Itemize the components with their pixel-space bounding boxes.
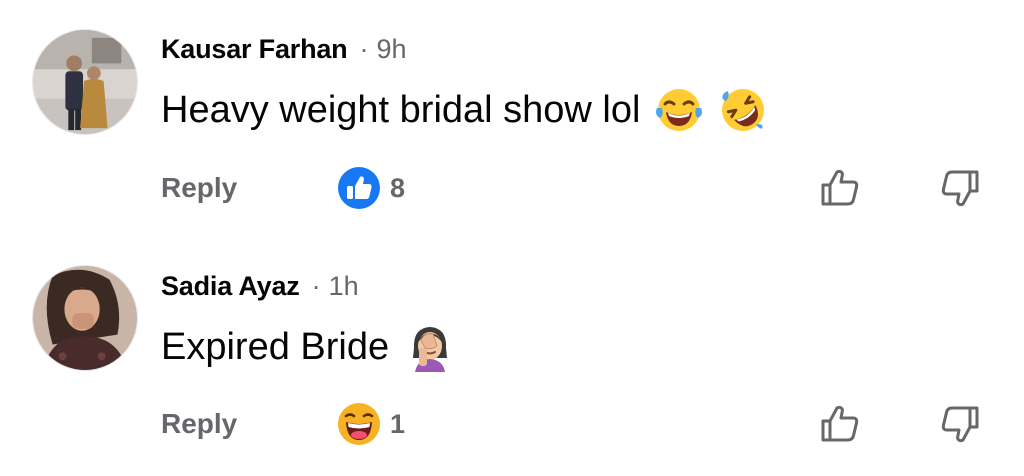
reaction-summary[interactable]: 1 (337, 402, 405, 446)
reply-button[interactable]: Reply (161, 172, 237, 204)
comment-actions: Reply 1 (161, 402, 1001, 446)
avatar-photo (33, 266, 137, 370)
downvote-button[interactable] (938, 166, 982, 210)
separator-dot: · (359, 33, 369, 64)
upvote-button[interactable] (818, 402, 862, 446)
comment-item: Kausar Farhan · 9h Heavy weight bridal s… (0, 0, 1024, 238)
comment-body: Expired Bride (161, 322, 455, 372)
face-with-tears-of-joy-icon (654, 85, 704, 135)
thumbs-up-outline-icon (821, 169, 859, 206)
comment-header: Kausar Farhan · 9h (161, 29, 407, 69)
avatar[interactable] (32, 29, 138, 135)
reply-button[interactable]: Reply (161, 408, 237, 440)
thumbs-up-outline-icon (821, 405, 859, 442)
reaction-count: 1 (390, 408, 406, 439)
separator-dot: · (311, 270, 321, 301)
author-name[interactable]: Sadia Ayaz (161, 271, 300, 302)
comment-item: Sadia Ayaz · 1h Expired Bride Reply 1 (0, 238, 1024, 476)
reaction-count: 8 (390, 172, 406, 203)
comment-text: Expired Bride (161, 325, 390, 368)
woman-facepalming-icon (405, 322, 455, 372)
comment-actions: Reply 8 (161, 166, 1001, 210)
author-name[interactable]: Kausar Farhan (161, 34, 348, 65)
haha-reaction-icon (338, 403, 380, 445)
upvote-button[interactable] (818, 166, 862, 210)
timestamp[interactable]: 1h (329, 271, 359, 302)
timestamp[interactable]: 9h (376, 34, 406, 65)
downvote-button[interactable] (938, 402, 982, 446)
like-reaction-icon (338, 167, 380, 209)
reaction-summary[interactable]: 8 (337, 166, 405, 210)
avatar[interactable] (32, 265, 138, 371)
comment-text: Heavy weight bridal show lol (161, 88, 641, 131)
thumbs-down-outline-icon (941, 406, 979, 443)
comment-body: Heavy weight bridal show lol (161, 85, 768, 135)
thumbs-down-outline-icon (941, 170, 979, 207)
avatar-photo (33, 30, 137, 134)
comment-header: Sadia Ayaz · 1h (161, 266, 359, 306)
rolling-on-floor-laughing-icon (718, 85, 768, 135)
